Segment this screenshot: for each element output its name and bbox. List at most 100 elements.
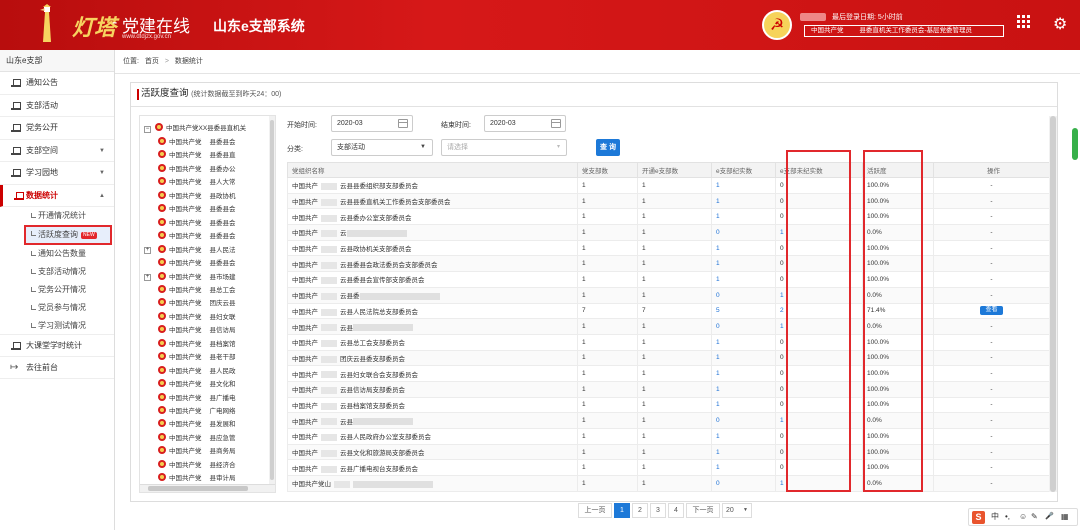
tree-node[interactable]: 中国共产党 县妇女联 — [158, 311, 236, 324]
ime-grid-icon[interactable]: ▦ — [1061, 509, 1069, 525]
tree-vertical-scrollbar[interactable] — [269, 116, 275, 484]
recorded-count-cell[interactable]: 1 — [711, 428, 776, 445]
ime-punctuation-icon[interactable]: •, — [1005, 509, 1010, 525]
expand-icon[interactable]: + — [144, 246, 151, 254]
recorded-count-cell[interactable]: 1 — [711, 333, 776, 351]
tree-node[interactable]: 中国共产党 县老干部 — [158, 351, 236, 364]
tree-node[interactable]: 中国共产党 县经济合 — [158, 459, 236, 472]
start-time-input[interactable]: 2020-03 — [331, 115, 413, 132]
subcategory-select[interactable]: 请选择 ▾ — [441, 139, 567, 156]
sidebar-subitem-open-stats[interactable]: 开通情况统计 — [0, 207, 114, 225]
prev-page-button[interactable]: 上一页 — [578, 503, 612, 518]
tree-root-node[interactable]: − 中国共产党XX县委县直机关 — [144, 122, 246, 135]
calendar-icon[interactable] — [551, 119, 561, 128]
query-button[interactable]: 查 询 — [596, 139, 620, 156]
collapse-icon[interactable]: − — [144, 126, 151, 133]
end-time-input[interactable]: 2020-03 — [484, 115, 566, 132]
unrecorded-count-cell[interactable]: 1 — [775, 475, 863, 492]
unrecorded-count-cell[interactable]: 2 — [775, 302, 863, 320]
tree-node[interactable]: 中国共产党 县委县会 — [158, 136, 236, 149]
sidebar-item-space[interactable]: 支部空间 ▼ — [0, 140, 114, 162]
apps-grid-icon[interactable] — [1017, 15, 1031, 29]
tree-node[interactable]: 中国共产党 县委县会 — [158, 217, 236, 230]
tree-node[interactable]: 中国共产党 县委办公 — [158, 163, 236, 176]
recorded-count-cell[interactable]: 1 — [711, 255, 776, 273]
page-scrollbar-thumb[interactable] — [1072, 128, 1078, 160]
recorded-count-cell[interactable]: 0 — [711, 224, 776, 241]
tree-node[interactable]: + 中国共产党 县市场建 — [144, 271, 236, 284]
sidebar-subitem-member-participation[interactable]: 党员参与情况 — [0, 299, 114, 317]
tree-node[interactable]: 中国共产党 县委县直 — [158, 149, 236, 162]
sidebar-subitem-notice-count[interactable]: 通知公告数量 — [0, 245, 114, 263]
recorded-count-cell[interactable]: 0 — [711, 318, 776, 335]
recorded-count-cell[interactable]: 0 — [711, 412, 776, 429]
recorded-count-cell[interactable]: 1 — [711, 192, 776, 210]
recorded-count-cell[interactable]: 1 — [711, 177, 776, 194]
recorded-count-cell[interactable]: 1 — [711, 271, 776, 288]
recorded-count-cell[interactable]: 5 — [711, 302, 776, 320]
ime-emoji-icon[interactable]: ☺ — [1019, 509, 1027, 525]
recorded-count-cell[interactable]: 1 — [711, 443, 776, 461]
tree-node[interactable]: 中国共产党 县总工会 — [158, 284, 236, 297]
tree-node[interactable]: 中国共产党 县应急管 — [158, 432, 236, 445]
page-3-button[interactable]: 3 — [650, 503, 666, 518]
tree-node[interactable]: 中国共产党 县人大常 — [158, 176, 236, 189]
unrecorded-count-cell[interactable]: 1 — [775, 412, 863, 429]
tree-node[interactable]: + 中国共产党 县人民法 — [144, 244, 236, 257]
unrecorded-count-cell[interactable]: 1 — [775, 318, 863, 335]
ime-mic-icon[interactable]: 🎤 — [1045, 509, 1054, 525]
tree-node[interactable]: 中国共产党 县审计局 — [158, 472, 236, 485]
page-1-button[interactable]: 1 — [614, 503, 630, 518]
unrecorded-count-cell[interactable]: 1 — [775, 286, 863, 304]
tree-node[interactable]: 中国共产党 县信访局 — [158, 324, 236, 337]
tree-node[interactable]: 中国共产党 县发展和 — [158, 418, 236, 431]
tree-node[interactable]: 中国共产党 团庆云县 — [158, 297, 236, 310]
sidebar-item-activity[interactable]: 支部活动 — [0, 95, 114, 117]
ime-pen-icon[interactable]: ✎ — [1031, 509, 1038, 525]
tree-node[interactable]: 中国共产党 县政协机 — [158, 190, 236, 203]
table-vertical-scrollbar[interactable] — [1049, 116, 1057, 492]
recorded-count-cell[interactable]: 1 — [711, 349, 776, 367]
sidebar-item-notice[interactable]: 通知公告 — [0, 72, 114, 95]
tree-node[interactable]: 中国共产党 县委县会 — [158, 257, 236, 270]
page-4-button[interactable]: 4 — [668, 503, 684, 518]
next-page-button[interactable]: 下一页 — [686, 503, 720, 518]
page-size-select[interactable]: 20 ▼ — [722, 503, 752, 518]
recorded-count-cell[interactable]: 1 — [711, 208, 776, 226]
calendar-icon[interactable] — [398, 119, 408, 128]
recorded-count-cell[interactable]: 1 — [711, 459, 776, 477]
ime-chinese-mode[interactable]: 中 — [991, 509, 999, 525]
recorded-count-cell[interactable]: 1 — [711, 239, 776, 257]
page-2-button[interactable]: 2 — [632, 503, 648, 518]
org-tree[interactable]: − 中国共产党XX县委县直机关 中国共产党 县委县会 中国共产党 县委县直 中国共产党 县委办… — [139, 115, 276, 493]
recorded-count-cell[interactable]: 0 — [711, 475, 776, 492]
sidebar-item-public[interactable]: 党务公开 — [0, 117, 114, 140]
recorded-count-cell[interactable]: 1 — [711, 380, 776, 398]
ime-toolbar[interactable]: S 中 •, ☺ ✎ 🎤 ▦ — [968, 508, 1078, 526]
sidebar-item-study[interactable]: 学习园地 ▼ — [0, 162, 114, 185]
recorded-count-cell[interactable]: 1 — [711, 365, 776, 382]
tree-node[interactable]: 中国共产党 县商务局 — [158, 445, 236, 458]
tree-node[interactable]: 中国共产党 县广播电 — [158, 392, 236, 405]
expand-icon[interactable]: + — [144, 273, 151, 281]
sidebar-subitem-activity-query[interactable]: 活跃度查询 NEW — [24, 225, 112, 245]
org-selector[interactable]: 中国共产党 县委直机关工作委员会-基层党委管理员 — [804, 25, 1004, 37]
sidebar-item-go-frontend[interactable]: ↦ 去往前台 — [0, 357, 114, 379]
tree-node[interactable]: 中国共产党 县委县会 — [158, 203, 236, 216]
sidebar-subitem-activity-status[interactable]: 支部活动情况 — [0, 263, 114, 281]
tree-node[interactable]: 中国共产党 县委县会 — [158, 230, 236, 243]
sidebar-item-statistics[interactable]: 数据统计 ▲ — [0, 184, 114, 207]
sidebar-subitem-public-status[interactable]: 党务公开情况 — [0, 281, 114, 299]
category-select[interactable]: 支部活动 ▼ — [331, 139, 433, 156]
tree-node[interactable]: 中国共产党 县人民政 — [158, 365, 236, 378]
tree-node[interactable]: 中国共产党 县档案馆 — [158, 338, 236, 351]
recorded-count-cell[interactable]: 0 — [711, 286, 776, 304]
unrecorded-count-cell[interactable]: 1 — [775, 224, 863, 241]
sidebar-subitem-test-status[interactable]: 学习测试情况 — [0, 317, 114, 335]
gear-icon[interactable]: ⚙ — [1053, 14, 1067, 34]
breadcrumb-home[interactable]: 首页 — [145, 58, 159, 65]
tree-node[interactable]: 中国共产党 县文化和 — [158, 378, 236, 391]
recorded-count-cell[interactable]: 1 — [711, 396, 776, 414]
sidebar-item-classroom-hours[interactable]: 大课堂学时统计 — [0, 335, 114, 357]
tree-node[interactable]: 中国共产党 广电网络 — [158, 405, 236, 418]
